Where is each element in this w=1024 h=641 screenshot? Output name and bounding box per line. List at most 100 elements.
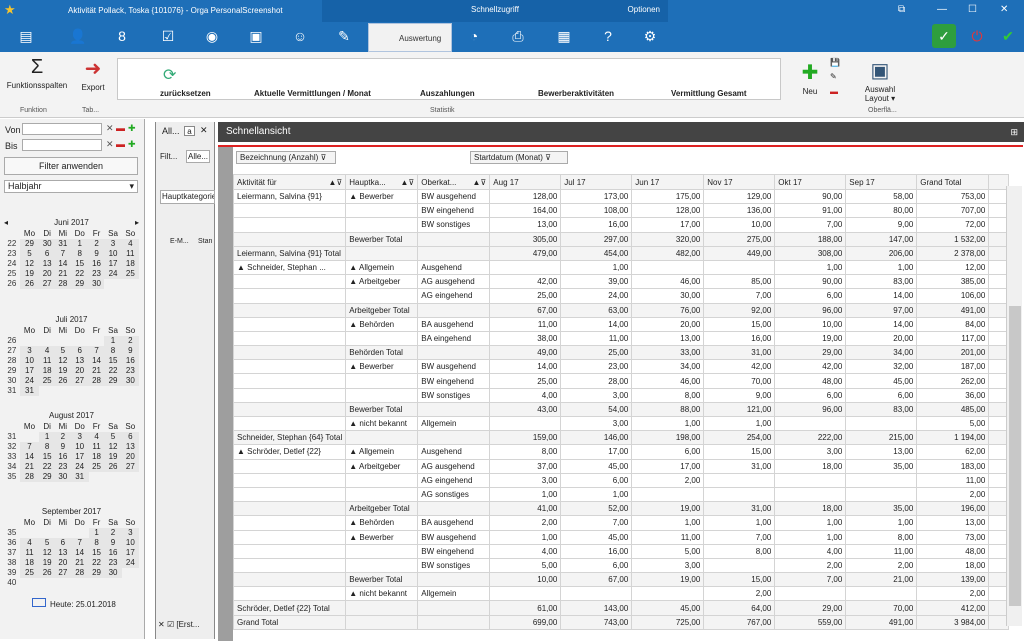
calendar-day[interactable]: 28 <box>19 472 40 482</box>
stat-payouts[interactable]: Auszahlungen <box>420 89 475 98</box>
tab-a[interactable]: a <box>184 126 195 136</box>
calendar-day[interactable]: 13 <box>121 442 139 452</box>
user-icon[interactable]: ☺ <box>288 24 312 48</box>
calendar-day[interactable]: 16 <box>121 356 139 366</box>
table-cell[interactable] <box>232 572 347 588</box>
table-cell[interactable] <box>232 316 347 332</box>
calendar-day[interactable] <box>104 578 121 588</box>
table-cell[interactable] <box>232 217 347 233</box>
table-cell[interactable]: Leiermann, Salvina {91} <box>232 188 347 205</box>
calendar-day[interactable]: 14 <box>54 259 71 269</box>
calendar-day[interactable]: 31 <box>19 386 40 396</box>
calendar-day[interactable]: 12 <box>39 548 55 558</box>
calendar-day[interactable]: 10 <box>121 538 139 548</box>
column-header[interactable]: Sep 17 <box>845 174 918 190</box>
table-cell[interactable]: Schröder, Detlef {22} Total <box>232 600 347 616</box>
calendar-day[interactable]: 23 <box>54 462 71 472</box>
calendar-day[interactable]: 8 <box>88 538 105 548</box>
calendar-day[interactable]: 24 <box>70 462 89 472</box>
calendar-day[interactable] <box>71 578 89 588</box>
calendar-day[interactable]: 22 <box>70 269 89 279</box>
calendar-day[interactable]: 7 <box>54 249 71 259</box>
calendar-day[interactable]: 31 <box>54 239 71 249</box>
calendar-day[interactable]: 6 <box>121 432 139 442</box>
to-remove-icon[interactable]: ▬ <box>116 139 125 149</box>
person-icon[interactable]: 👤 <box>66 24 90 48</box>
vertical-scrollbar[interactable] <box>1006 186 1022 626</box>
table-cell[interactable]: Bewerber Total <box>345 572 419 588</box>
table-cell[interactable]: BW sonstiges <box>417 387 491 403</box>
calendar-day[interactable]: 9 <box>104 538 122 548</box>
calendar-day[interactable]: 26 <box>104 462 122 472</box>
minimize-button[interactable]: — <box>937 4 947 15</box>
table-cell[interactable]: ▲ Allgemein <box>345 444 419 460</box>
table-cell[interactable]: BW ausgehend <box>417 359 491 375</box>
calendar-day[interactable]: 9 <box>121 346 139 356</box>
table-cell[interactable]: Arbeitgeber Total <box>345 302 419 318</box>
stat-current-placements[interactable]: Aktuelle Vermittlungen / Monat <box>254 89 371 98</box>
table-cell[interactable] <box>232 557 347 574</box>
calendar-day[interactable]: 24 <box>104 269 122 279</box>
table-cell[interactable] <box>345 387 419 403</box>
table-cell[interactable]: BA ausgehend <box>417 316 491 332</box>
save-icon[interactable]: 💾 <box>830 58 840 67</box>
calendar-day[interactable]: 25 <box>121 269 139 279</box>
help-icon[interactable]: ? <box>596 24 620 48</box>
main-category-button[interactable]: Hauptkategorie <box>160 190 215 204</box>
table-cell[interactable]: Bewerber Total <box>345 401 419 418</box>
filter-checkbox[interactable]: ☑ <box>167 620 174 629</box>
calendar-day[interactable]: 26 <box>54 376 71 386</box>
table-cell[interactable] <box>417 401 491 418</box>
calendar-day[interactable] <box>55 578 71 588</box>
table-cell[interactable] <box>417 245 491 261</box>
calendar-day[interactable] <box>122 279 139 289</box>
calendar-day[interactable] <box>20 336 40 346</box>
calendar-day[interactable] <box>20 432 40 442</box>
to-date-input[interactable] <box>22 139 102 151</box>
tab-filter[interactable]: Filt... <box>160 152 177 161</box>
table-cell[interactable] <box>345 245 419 261</box>
table-cell[interactable]: ▲ Arbeitgeber <box>345 274 419 290</box>
table-cell[interactable] <box>417 231 491 247</box>
table-cell[interactable]: AG eingehend <box>417 472 491 488</box>
calendar-day[interactable]: 9 <box>54 442 71 452</box>
dashboard-icon[interactable]: ▤ <box>14 24 38 48</box>
calendar-day[interactable]: 15 <box>70 259 89 269</box>
calendar-day[interactable] <box>71 528 89 538</box>
calendar-day[interactable]: 30 <box>88 279 105 289</box>
calendar-day[interactable]: 7 <box>70 538 89 548</box>
calendar-day[interactable]: 23 <box>121 366 139 376</box>
today-label[interactable]: Heute: 25.01.2018 <box>32 598 116 609</box>
calendar-day[interactable]: 9 <box>88 249 105 259</box>
column-header[interactable]: Jun 17 <box>631 174 705 190</box>
calendar-day[interactable]: 15 <box>104 356 122 366</box>
calendar-day[interactable] <box>89 386 105 396</box>
table-cell[interactable] <box>232 302 347 318</box>
calendar-day[interactable]: 21 <box>19 462 40 472</box>
calendar-day[interactable]: 24 <box>121 558 139 568</box>
calendar-day[interactable]: 1 <box>70 239 89 249</box>
table-cell[interactable]: BW sonstiges <box>417 557 491 574</box>
function-columns-button[interactable]: Σ Funktionsspalten <box>6 56 68 90</box>
new-button[interactable]: ✚ Neu <box>798 60 822 96</box>
calendar-day[interactable] <box>55 386 71 396</box>
table-cell[interactable]: Arbeitgeber Total <box>345 501 419 517</box>
table-cell[interactable]: BW eingehend <box>417 543 491 559</box>
calendar-day[interactable] <box>39 528 55 538</box>
calendar-day[interactable]: 2 <box>104 528 122 538</box>
table-cell[interactable]: AG ausgehend <box>417 274 491 290</box>
column-header[interactable]: Hauptka... ▲⊽ <box>345 174 419 190</box>
calendar-day[interactable] <box>55 528 71 538</box>
calendar-day[interactable]: 3 <box>70 432 89 442</box>
calendar-day[interactable]: 27 <box>70 376 89 386</box>
calendar-day[interactable]: 1 <box>39 432 55 442</box>
calendar-day[interactable] <box>122 568 139 578</box>
table-cell[interactable]: ▲ Allgemein <box>345 259 419 276</box>
table-cell[interactable]: ▲ Behörden <box>345 515 419 531</box>
calendar-day[interactable]: 8 <box>104 346 122 356</box>
table-cell[interactable] <box>232 415 347 432</box>
clear-filter-icon[interactable]: ✕ <box>158 620 165 629</box>
calendar-day[interactable]: 3 <box>19 346 40 356</box>
calendar-day[interactable]: 19 <box>19 269 40 279</box>
calendar-day[interactable]: 29 <box>39 472 55 482</box>
